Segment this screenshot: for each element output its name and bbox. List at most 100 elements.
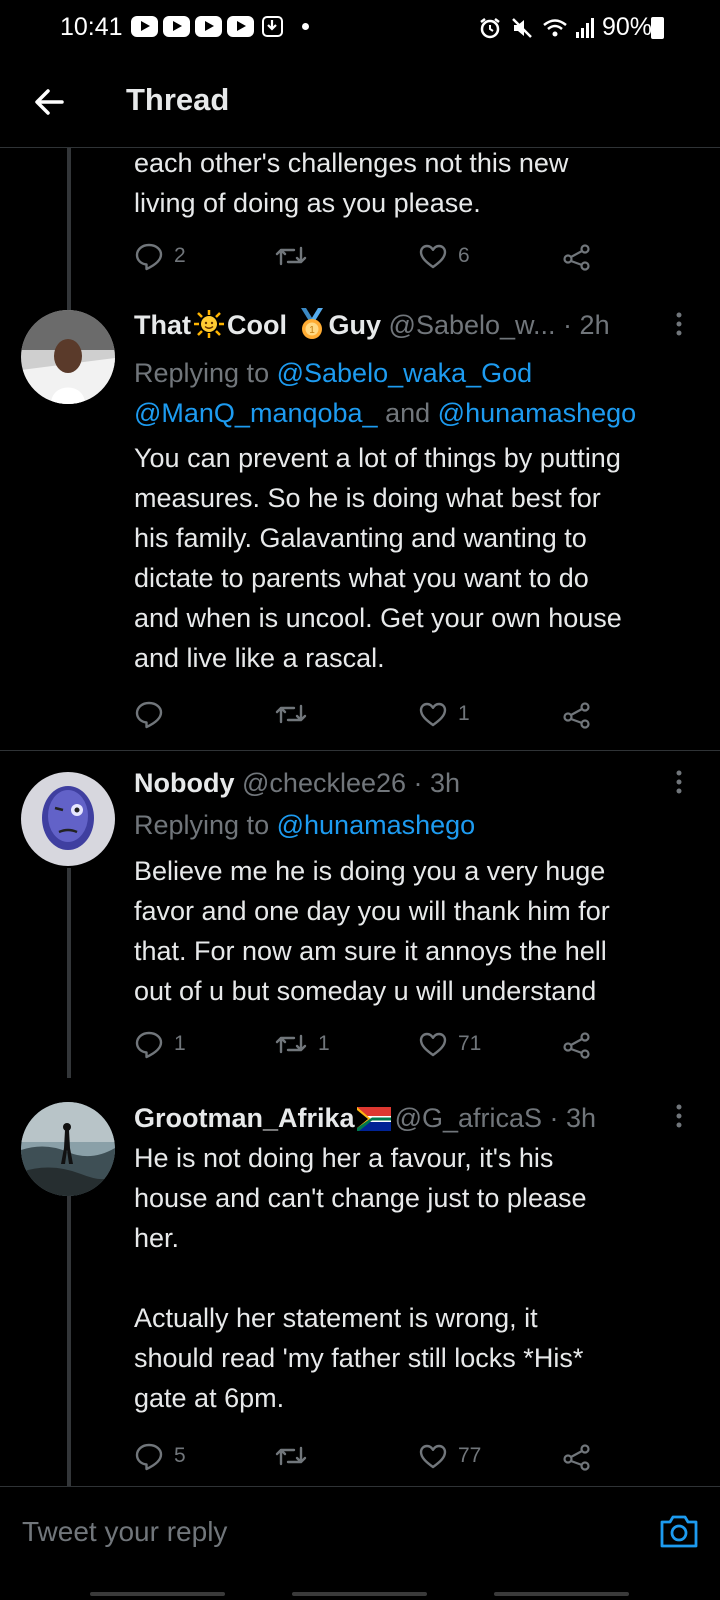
like-count: 6	[458, 244, 470, 267]
youtube-icon	[227, 16, 254, 37]
notification-icons	[131, 16, 309, 37]
reply-button[interactable]: 1	[134, 1026, 186, 1062]
arrow-left-icon	[35, 89, 64, 115]
mention-joiner: and	[385, 398, 431, 428]
display-name-part[interactable]: Cool	[227, 310, 287, 340]
south-africa-flag-emoji-icon	[356, 1107, 391, 1131]
reply-divider	[0, 1486, 720, 1487]
like-button[interactable]: 71	[418, 1026, 481, 1062]
reply-icon	[135, 243, 163, 271]
share-button[interactable]	[562, 238, 592, 274]
reply-button[interactable]: 5	[134, 1438, 186, 1474]
download-icon	[262, 16, 283, 37]
tweet-text: each other's challenges not this new liv…	[134, 148, 569, 218]
youtube-icon	[131, 16, 158, 37]
thread-line	[67, 868, 71, 1078]
signal-icon	[575, 17, 594, 38]
retweet-icon	[275, 246, 307, 266]
camera-button[interactable]	[658, 1510, 700, 1552]
retweet-button[interactable]	[274, 1438, 318, 1474]
avatar[interactable]	[21, 310, 115, 404]
tweet-actions: 1 1 71	[134, 1026, 614, 1062]
youtube-icon	[195, 16, 222, 37]
tweet-divider	[0, 750, 720, 751]
mention-link[interactable]: @ManQ_manqoba_	[134, 398, 378, 428]
nav-gesture-pill	[90, 1592, 225, 1596]
retweet-icon	[275, 704, 307, 724]
share-button[interactable]	[562, 1026, 592, 1062]
system-status-icons: 90%	[478, 13, 652, 42]
share-icon	[563, 1032, 590, 1059]
like-button[interactable]: 77	[418, 1438, 481, 1474]
display-name[interactable]: Nobody	[134, 768, 235, 798]
tweet-actions: 1	[134, 696, 614, 732]
display-name-part[interactable]: That	[134, 310, 191, 340]
alarm-icon	[480, 17, 500, 38]
display-name[interactable]: Grootman_Afrika	[134, 1103, 355, 1133]
tweet-header: Grootman_Afrika @G_africaS · 3h	[134, 1098, 694, 1138]
reply-button[interactable]	[134, 696, 174, 732]
wifi-icon	[543, 18, 567, 36]
retweet-button[interactable]	[274, 238, 318, 274]
like-count: 1	[458, 702, 470, 725]
thread-line	[67, 148, 71, 310]
medal-emoji-icon: 1	[300, 308, 323, 339]
reply-button[interactable]: 2	[134, 238, 186, 274]
nav-gesture-pill	[292, 1592, 427, 1596]
replying-prefix: Replying to	[134, 358, 270, 388]
tweet-header: That Cool 1 Guy @Sabelo_w... · 2h	[134, 305, 694, 345]
reply-count: 1	[174, 1032, 186, 1055]
battery-charging-icon	[651, 17, 664, 39]
replying-prefix: Replying to	[134, 810, 270, 840]
thread-header: Thread	[0, 56, 720, 148]
like-button[interactable]: 1	[418, 696, 470, 732]
share-icon	[563, 702, 590, 729]
avatar-image	[21, 1102, 115, 1196]
back-button[interactable]	[30, 82, 70, 122]
mention-link[interactable]: @hunamashego	[438, 398, 637, 428]
tweet-meta: @Sabelo_w... · 2h	[388, 310, 610, 340]
heart-icon	[419, 702, 447, 727]
display-name-part[interactable]: Guy	[329, 310, 382, 340]
status-bar: 10:41 90%	[0, 0, 720, 56]
retweet-button[interactable]	[274, 696, 318, 732]
reply-count: 5	[174, 1444, 186, 1467]
retweet-icon	[275, 1034, 307, 1054]
retweet-count: 1	[318, 1032, 330, 1055]
share-button[interactable]	[562, 696, 592, 732]
status-time: 10:41	[60, 13, 123, 41]
reply-input[interactable]	[22, 1508, 622, 1556]
avatar-image	[21, 310, 115, 404]
tweet-actions: 2 6	[134, 238, 614, 274]
reply-icon	[135, 1031, 163, 1059]
replying-to: Replying to @Sabelo_waka_God @ManQ_manqo…	[134, 353, 704, 433]
avatar[interactable]	[21, 772, 115, 866]
retweet-icon	[275, 1446, 307, 1466]
like-count: 77	[458, 1444, 482, 1467]
sun-emoji-icon	[194, 310, 224, 338]
more-options-icon[interactable]	[674, 1104, 684, 1128]
reply-icon	[135, 701, 163, 729]
mute-icon	[512, 17, 532, 38]
retweet-button[interactable]: 1	[274, 1026, 330, 1062]
mention-link[interactable]: @hunamashego	[277, 810, 476, 840]
page-title: Thread	[126, 82, 230, 117]
nav-gesture-pill	[494, 1592, 629, 1596]
avatar[interactable]	[21, 1102, 115, 1196]
tweet-meta: @G_africaS · 3h	[394, 1103, 597, 1133]
dot-icon	[302, 23, 309, 30]
tweet-header: Nobody @checklee26 · 3h	[134, 763, 694, 803]
tweet-text: Believe me he is doing you a very huge f…	[134, 856, 610, 1006]
share-button[interactable]	[562, 1438, 592, 1474]
more-options-icon[interactable]	[674, 770, 684, 794]
like-button[interactable]: 6	[418, 238, 470, 274]
thread-line	[67, 1196, 71, 1486]
heart-icon	[419, 244, 447, 269]
tweet-meta: @checklee26 · 3h	[242, 768, 461, 798]
share-icon	[563, 1444, 590, 1471]
like-count: 71	[458, 1032, 482, 1055]
more-options-icon[interactable]	[674, 312, 684, 336]
svg-text:1: 1	[309, 325, 315, 336]
camera-icon	[660, 1515, 698, 1548]
mention-link[interactable]: @Sabelo_waka_God	[277, 358, 533, 388]
